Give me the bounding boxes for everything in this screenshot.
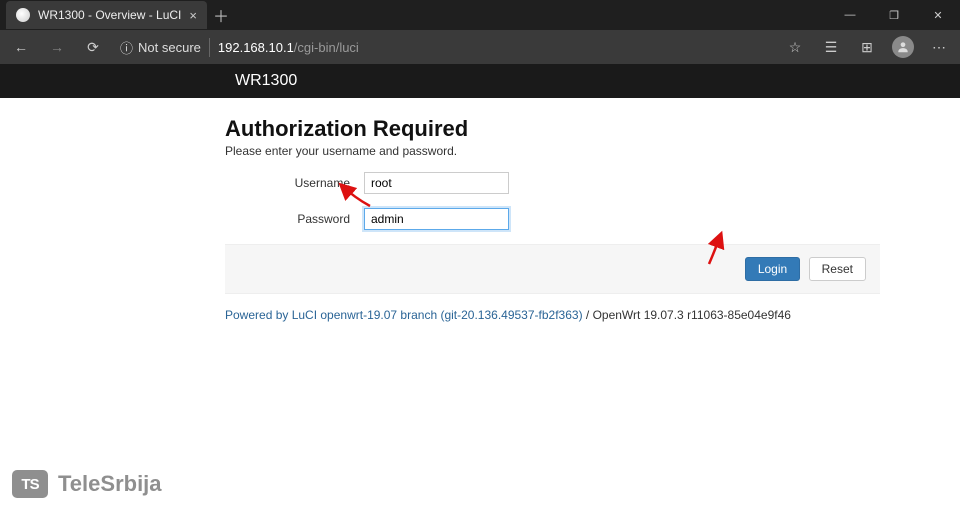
footer-link[interactable]: Powered by LuCI openwrt-19.07 branch (gi… — [225, 308, 583, 322]
footer-version: / OpenWrt 19.07.3 r11063-85e04e9f46 — [583, 308, 791, 322]
watermark-badge: TS — [12, 470, 48, 498]
back-button[interactable]: ← — [6, 32, 36, 62]
maximize-button[interactable]: ❐ — [872, 0, 916, 30]
username-row: Username — [225, 172, 880, 194]
address-field[interactable]: ⓘ Not secure 192.168.10.1/cgi-bin/luci — [114, 38, 774, 57]
avatar — [892, 36, 914, 58]
security-indicator[interactable]: ⓘ Not secure — [120, 38, 210, 57]
window-controls: — ❐ ✕ — [828, 0, 960, 30]
browser-tab[interactable]: WR1300 - Overview - LuCI × — [6, 1, 207, 29]
url-host: 192.168.10.1 — [218, 40, 294, 55]
favorite-icon[interactable]: ☆ — [780, 32, 810, 62]
address-bar: ← → ⟳ ⓘ Not secure 192.168.10.1/cgi-bin/… — [0, 30, 960, 64]
menu-icon[interactable]: ⋯ — [924, 32, 954, 62]
not-secure-label: Not secure — [138, 40, 201, 55]
close-icon[interactable]: × — [189, 8, 197, 23]
page-subtitle: Please enter your username and password. — [225, 144, 880, 158]
browser-chrome: WR1300 - Overview - LuCI × ＋ — ❐ ✕ ← → ⟳… — [0, 0, 960, 64]
page-title: Authorization Required — [225, 116, 880, 142]
watermark: TS TeleSrbija — [12, 470, 162, 498]
button-row: Login Reset — [225, 244, 880, 294]
profile-avatar[interactable] — [888, 32, 918, 62]
info-icon: ⓘ — [120, 38, 133, 57]
page-footer: Powered by LuCI openwrt-19.07 branch (gi… — [225, 308, 880, 322]
router-brand: WR1300 — [235, 72, 297, 89]
collections-icon[interactable]: ⊞ — [852, 32, 882, 62]
login-button[interactable]: Login — [745, 257, 800, 281]
refresh-button[interactable]: ⟳ — [78, 32, 108, 62]
tab-title: WR1300 - Overview - LuCI — [38, 8, 181, 22]
forward-button[interactable]: → — [42, 32, 72, 62]
close-window-button[interactable]: ✕ — [916, 0, 960, 30]
main-content: Authorization Required Please enter your… — [70, 116, 890, 322]
minimize-button[interactable]: — — [828, 0, 872, 30]
favorites-list-icon[interactable]: ☰ — [816, 32, 846, 62]
url-path: /cgi-bin/luci — [294, 40, 359, 55]
tab-bar: WR1300 - Overview - LuCI × ＋ — ❐ ✕ — [0, 0, 960, 30]
router-header: WR1300 — [0, 64, 960, 98]
new-tab-button[interactable]: ＋ — [207, 1, 235, 29]
password-row: Password — [225, 208, 880, 230]
tab-favicon — [16, 8, 30, 22]
watermark-text: TeleSrbija — [58, 471, 162, 497]
password-label: Password — [225, 212, 364, 226]
reset-button[interactable]: Reset — [809, 257, 866, 281]
password-input[interactable] — [364, 208, 509, 230]
username-label: Username — [225, 176, 364, 190]
username-input[interactable] — [364, 172, 509, 194]
